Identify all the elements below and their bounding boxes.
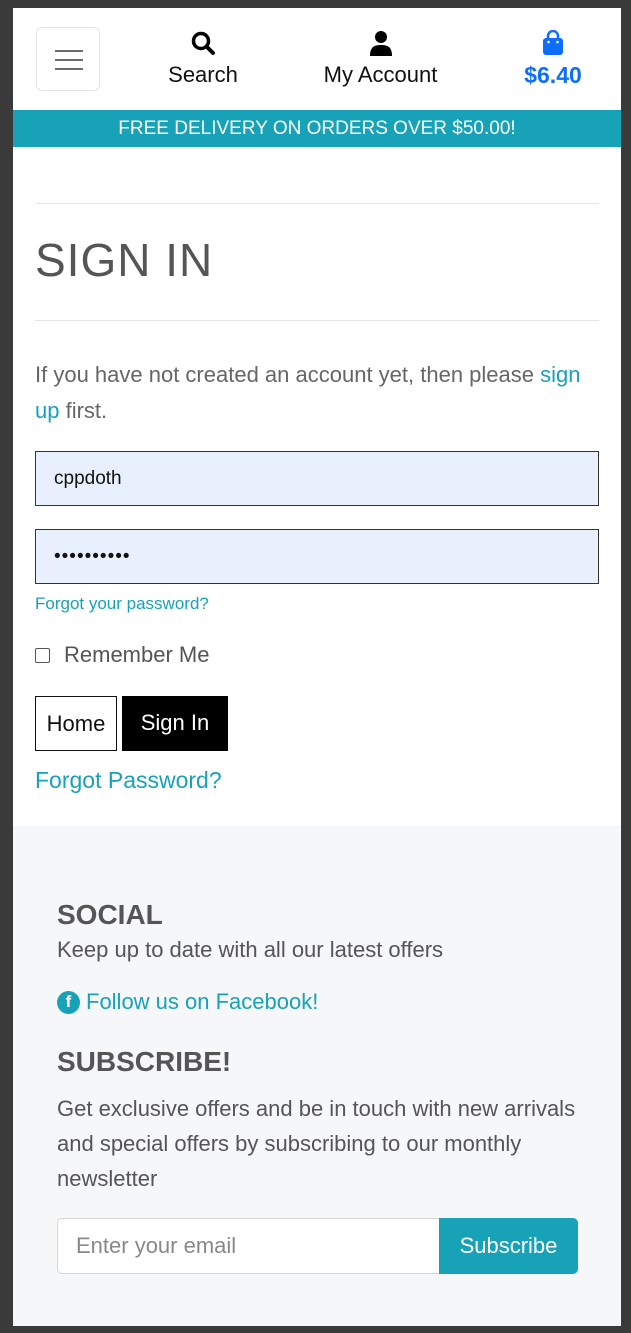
social-text: Keep up to date with all our latest offe… — [57, 937, 444, 962]
forgot-password-link[interactable]: Forgot Password? — [35, 767, 599, 794]
subscribe-text: Get exclusive offers and be in touch wit… — [57, 1096, 576, 1191]
remember-me: Remember Me — [35, 642, 599, 668]
divider — [35, 203, 599, 204]
nav-my-account[interactable]: My Account — [308, 28, 453, 88]
forgot-password-small-link[interactable]: Forgot your password? — [35, 594, 599, 614]
intro-text: If you have not created an account yet, … — [35, 362, 541, 387]
nav-search-label: Search — [168, 62, 238, 87]
subscribe-heading: SUBSCRIBE! — [57, 1046, 232, 1077]
menu-toggle-button[interactable] — [36, 27, 100, 91]
nav-account-label: My Account — [323, 62, 438, 87]
form-buttons: Home Sign In — [35, 696, 599, 751]
subscribe-button[interactable]: Subscribe — [439, 1218, 578, 1274]
remember-me-label: Remember Me — [64, 642, 210, 667]
remember-me-checkbox[interactable] — [35, 647, 50, 663]
intro-text-end: first. — [59, 398, 108, 423]
shopping-bag-icon — [513, 28, 593, 58]
signup-prompt: If you have not created an account yet, … — [35, 357, 599, 429]
password-field[interactable]: •••••••••• — [35, 529, 599, 584]
sign-in-button[interactable]: Sign In — [122, 696, 228, 751]
facebook-icon: f — [57, 990, 80, 1014]
signin-content: SIGN IN If you have not created an accou… — [13, 203, 621, 794]
menu-icon-bar — [55, 50, 83, 52]
home-button[interactable]: Home — [35, 696, 117, 751]
search-icon — [153, 28, 253, 58]
social-heading: SOCIAL — [57, 899, 163, 930]
page: Search My Account $6.40 FREE DELIVERY ON… — [13, 8, 621, 1326]
menu-icon-bar — [55, 59, 83, 61]
page-title: SIGN IN — [35, 234, 214, 286]
menu-icon-bar — [55, 68, 83, 70]
nav-search[interactable]: Search — [153, 28, 253, 88]
user-icon — [308, 28, 453, 58]
subscribe-form: Enter your email Subscribe — [57, 1218, 578, 1274]
facebook-link-label: Follow us on Facebook! — [86, 989, 319, 1014]
footer: SOCIAL Keep up to date with all our late… — [13, 826, 621, 1326]
free-delivery-banner: FREE DELIVERY ON ORDERS OVER $50.00! — [13, 110, 621, 147]
bag-total: $6.40 — [524, 62, 582, 88]
header: Search My Account $6.40 — [13, 8, 621, 110]
facebook-link[interactable]: f Follow us on Facebook! — [57, 989, 577, 1015]
divider — [35, 320, 599, 321]
email-input[interactable]: Enter your email — [57, 1218, 439, 1274]
nav-bag[interactable]: $6.40 — [513, 28, 593, 88]
username-field[interactable]: cppdoth — [35, 451, 599, 506]
